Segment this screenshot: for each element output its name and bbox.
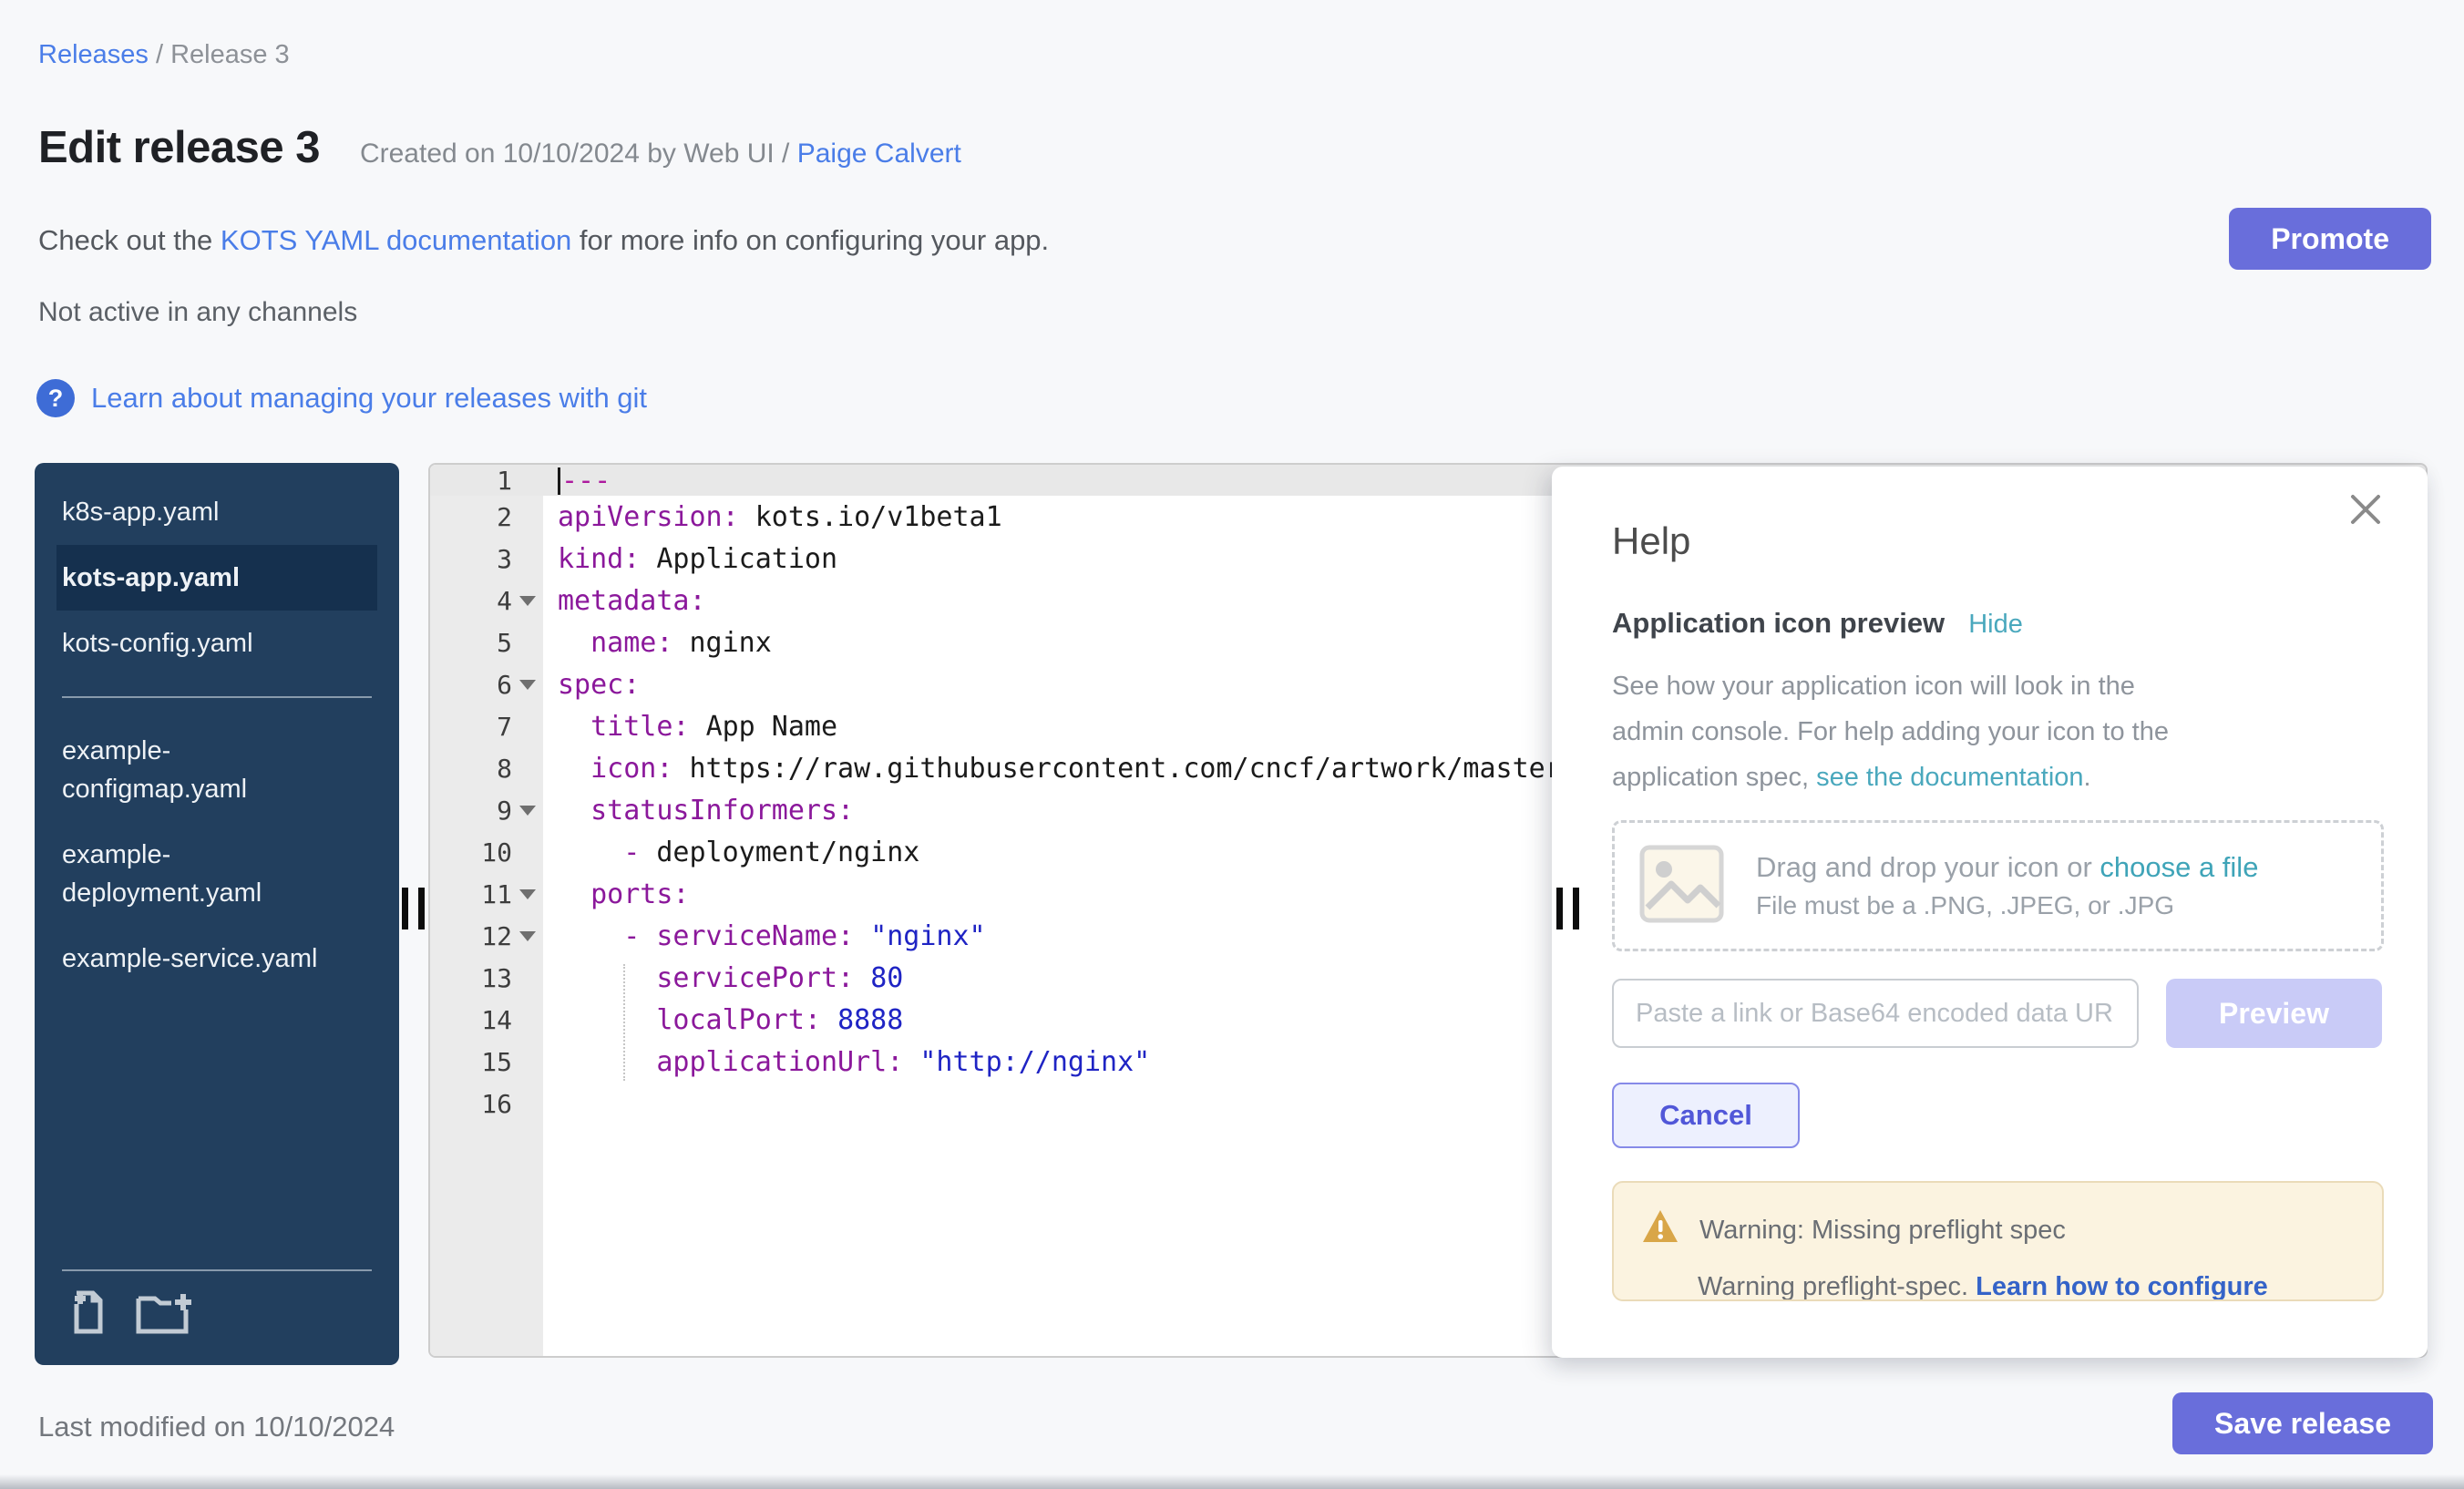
choose-file-link[interactable]: choose a file [2100,851,2258,883]
dropzone-hint: File must be a .PNG, .JPEG, or .JPG [1756,891,2258,920]
breadcrumb: Releases / Release 3 [38,40,290,70]
preview-button[interactable]: Preview [2166,979,2382,1048]
sidebar-resize-handle[interactable] [402,888,425,929]
breadcrumb-releases-link[interactable]: Releases [38,40,149,69]
line-number: 15 [430,1047,512,1077]
add-file-icon[interactable] [64,1289,111,1341]
dropzone-prefix: Drag and drop your icon or [1756,851,2100,883]
docs-line: Check out the KOTS YAML documentation fo… [38,224,1049,257]
help-resize-handle[interactable] [1556,888,1579,929]
close-icon[interactable] [2346,490,2386,530]
icon-url-input[interactable] [1612,979,2139,1048]
sidebar-item-k8s-app.yaml[interactable]: k8s-app.yaml [56,479,377,545]
line-number: 11 [430,879,512,909]
sidebar-item-kots-app.yaml[interactable]: kots-app.yaml [56,545,377,611]
warning-title: Warning: Missing preflight spec [1699,1216,2066,1246]
created-text: Created on 10/10/2024 by Web UI / [360,139,797,169]
line-number: 10 [430,837,512,868]
line-number: 1 [430,466,512,496]
add-folder-icon[interactable] [135,1289,195,1341]
page-title: Edit release 3 [38,122,320,173]
sidebar-item-example-configmap.yaml[interactable]: example-configmap.yaml [56,718,377,822]
indent-guide [623,964,625,1081]
git-help-row: ? Learn about managing your releases wit… [36,379,647,417]
kots-yaml-docs-link[interactable]: KOTS YAML documentation [221,224,571,256]
line-number: 5 [430,628,512,658]
dropzone-text: Drag and drop your icon or choose a file [1756,851,2258,884]
author-link[interactable]: Paige Calvert [797,139,961,169]
image-placeholder-icon [1638,844,1725,929]
cancel-button[interactable]: Cancel [1612,1083,1800,1148]
docs-suffix: for more info on configuring your app. [571,224,1049,256]
line-number: 3 [430,544,512,574]
line-number: 7 [430,712,512,742]
learn-configure-link[interactable]: Learn how to configure [1976,1272,2268,1301]
created-info: Created on 10/10/2024 by Web UI / Paige … [360,139,961,169]
file-list: k8s-app.yamlkots-app.yamlkots-config.yam… [56,479,377,991]
see-documentation-link[interactable]: see the documentation [1816,763,2083,792]
warning-icon [1641,1208,1679,1252]
icon-preview-description: See how your application icon will look … [1612,663,2213,800]
title-row: Edit release 3 Created on 10/10/2024 by … [38,122,961,173]
text-cursor [558,467,560,495]
file-sidebar: k8s-app.yamlkots-app.yamlkots-config.yam… [35,463,399,1365]
docs-prefix: Check out the [38,224,221,256]
fold-arrow-icon[interactable] [512,931,543,941]
breadcrumb-current: Release 3 [170,40,290,69]
fold-arrow-icon[interactable] [512,806,543,816]
git-releases-link[interactable]: Learn about managing your releases with … [91,382,647,415]
icon-dropzone[interactable]: Drag and drop your icon or choose a file… [1612,820,2384,951]
last-modified-text: Last modified on 10/10/2024 [38,1411,395,1443]
fold-arrow-icon[interactable] [512,596,543,606]
hide-link[interactable]: Hide [1968,610,2023,640]
line-number: 16 [430,1089,512,1119]
line-number: 4 [430,586,512,616]
save-release-button[interactable]: Save release [2172,1392,2433,1454]
line-number: 6 [430,670,512,700]
line-number: 12 [430,921,512,951]
promote-button[interactable]: Promote [2229,208,2431,270]
fold-arrow-icon[interactable] [512,889,543,899]
question-mark-icon: ? [36,379,75,417]
line-number: 8 [430,754,512,784]
sidebar-item-example-deployment.yaml[interactable]: example-deployment.yaml [56,822,377,926]
help-title: Help [1612,519,2384,563]
channel-status: Not active in any channels [38,297,357,328]
description-period: . [2084,763,2091,792]
file-list-divider [62,696,372,698]
help-panel: Help Application icon preview Hide See h… [1552,467,2428,1358]
icon-preview-heading: Application icon preview [1612,607,1945,640]
breadcrumb-separator: / [156,40,170,69]
line-number: 13 [430,963,512,993]
edit-release-page: Releases / Release 3 Edit release 3 Crea… [0,0,2464,1489]
preflight-warning: Warning: Missing preflight spec Warning … [1612,1181,2384,1301]
warning-detail-text: Warning preflight-spec. [1698,1272,1976,1301]
warning-detail: Warning preflight-spec. Learn how to con… [1641,1272,2355,1301]
sidebar-item-example-service.yaml[interactable]: example-service.yaml [56,926,377,991]
line-number: 14 [430,1005,512,1035]
fold-arrow-icon[interactable] [512,680,543,690]
sidebar-bottom [56,1269,377,1341]
sidebar-item-kots-config.yaml[interactable]: kots-config.yaml [56,611,377,676]
line-number: 9 [430,796,512,826]
sidebar-divider [62,1269,372,1271]
line-number: 2 [430,502,512,532]
